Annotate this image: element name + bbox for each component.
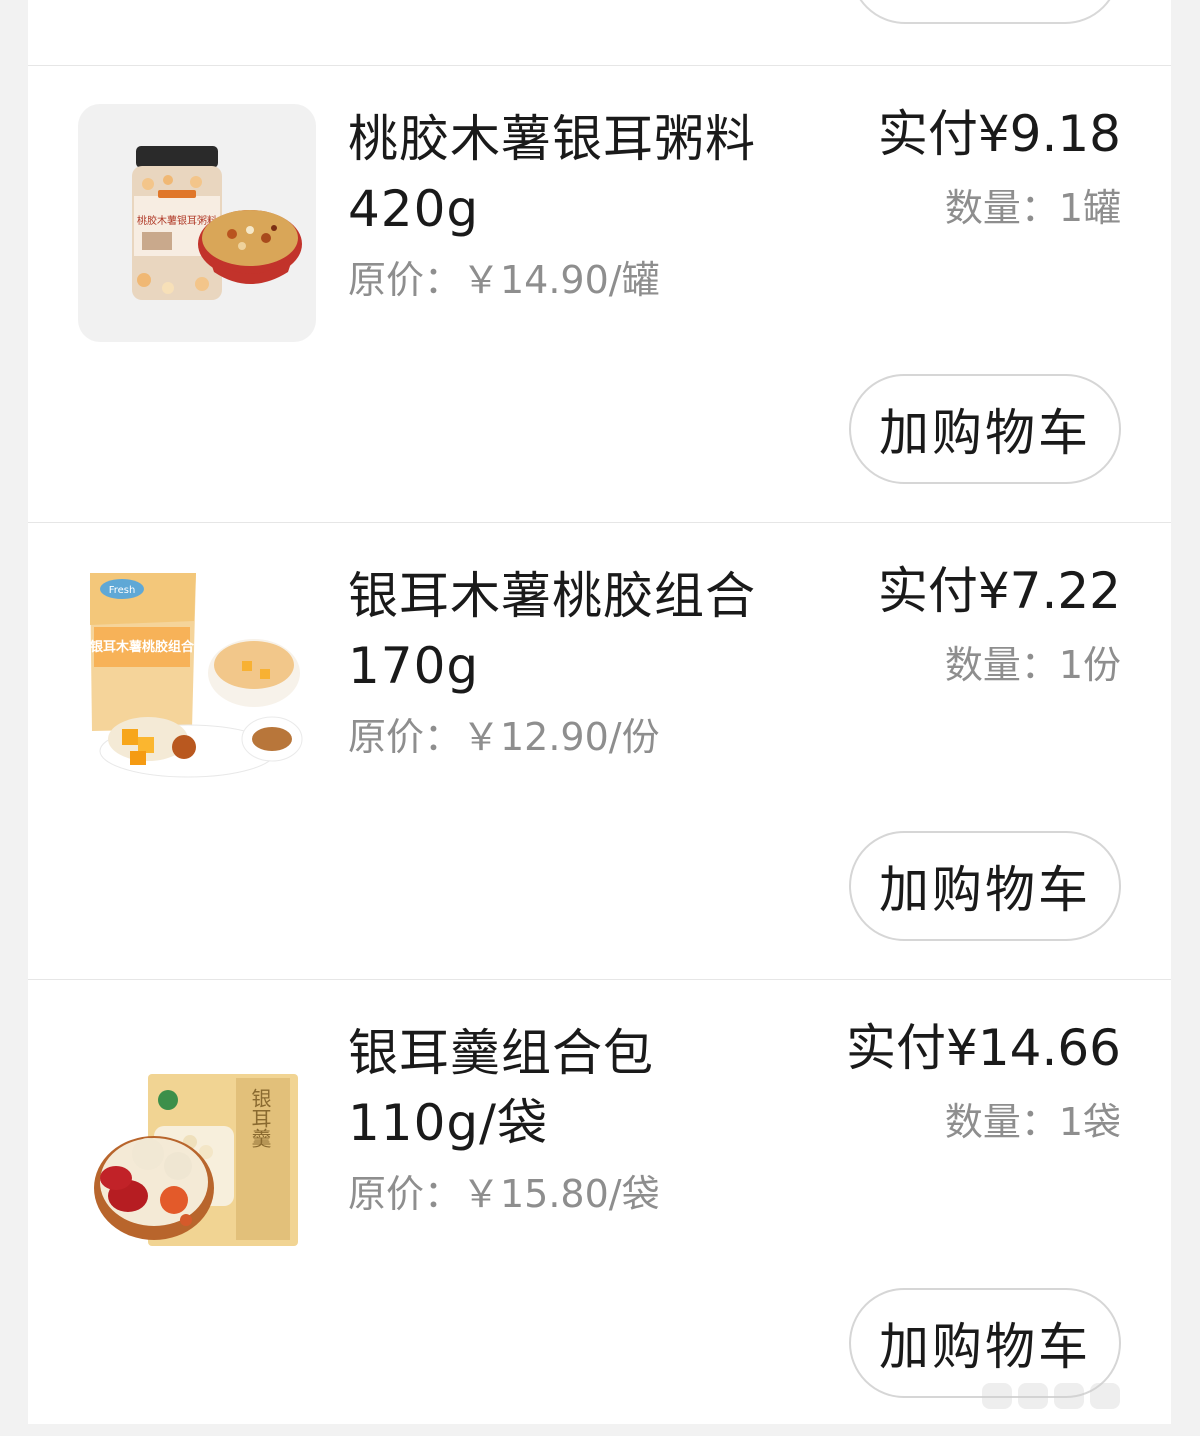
product-name-line2: 420g [348,180,480,238]
order-item: 银耳羹 银耳羹组合包 110g/袋 原价：￥15.80/袋 实付¥14.66 数… [28,980,1171,1436]
product-image-text: 桃胶木薯银耳粥料 [137,214,217,227]
product-name[interactable]: 银耳羹组合包 110g/袋 [348,1018,808,1158]
product-name[interactable]: 银耳木薯桃胶组合 170g [348,561,808,701]
product-name-line2: 110g/袋 [348,1094,549,1152]
product-name-line1: 桃胶木薯银耳粥料 [348,110,756,168]
watermark [982,1376,1182,1416]
product-image-text: 银耳木薯桃胶组合 [90,639,195,655]
product-name-line2: 170g [348,637,480,695]
product-image[interactable]: 桃胶木薯银耳粥料 [78,104,316,342]
original-price: 原价：￥14.90/罐 [348,258,660,302]
original-price: 原价：￥15.80/袋 [348,1172,660,1216]
order-item: 桃胶木薯银耳粥料 桃胶木薯银耳粥料 420g 原价：￥14.90/罐 实付¥9.… [28,66,1171,522]
order-item: Fresh 银耳木薯桃胶组合 银耳木薯桃胶组合 170g 原价：￥12.90/份… [28,523,1171,979]
paid-amount: 实付¥7.22 [877,562,1121,620]
quantity: 数量：1份 [944,643,1121,687]
product-image-brand: Fresh [109,585,136,596]
add-to-cart-button[interactable]: 加购物车 [849,831,1121,941]
add-to-cart-button[interactable]: 加购物车 [849,374,1121,484]
quantity: 数量：1袋 [944,1100,1121,1144]
product-name-line1: 银耳羹组合包 [348,1024,654,1082]
paid-amount: 实付¥14.66 [846,1019,1121,1077]
original-price: 原价：￥12.90/份 [348,715,660,759]
product-image[interactable]: 银耳羹 [78,1018,316,1256]
paid-amount: 实付¥9.18 [877,105,1121,163]
previous-add-to-cart-button[interactable] [850,0,1120,24]
product-name-line1: 银耳木薯桃胶组合 [348,567,756,625]
product-name[interactable]: 桃胶木薯银耳粥料 420g [348,104,808,244]
quantity: 数量：1罐 [944,186,1121,230]
product-image[interactable]: Fresh 银耳木薯桃胶组合 [78,561,316,799]
order-item-list: 桃胶木薯银耳粥料 桃胶木薯银耳粥料 420g 原价：￥14.90/罐 实付¥9.… [28,0,1171,1424]
product-image-text: 银耳羹 [248,1088,272,1149]
